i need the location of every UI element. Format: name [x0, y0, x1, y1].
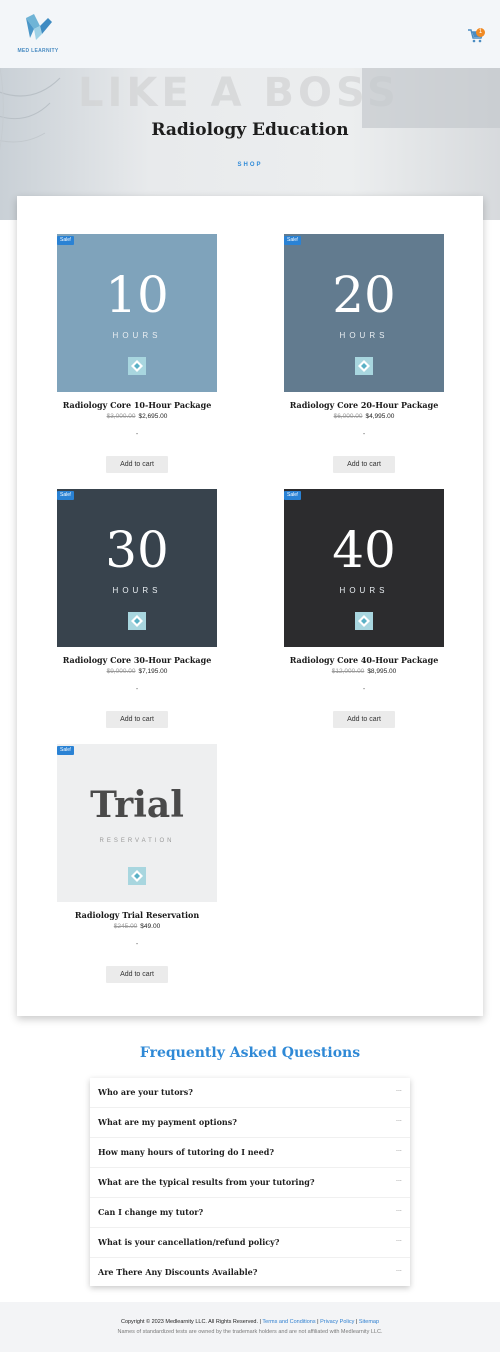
faq-question: Who are your tutors?	[98, 1087, 193, 1097]
product-old-price: $245.00	[113, 923, 138, 930]
product-dash: -	[135, 686, 139, 693]
product-image-number: 20	[332, 266, 396, 324]
sale-badge: Sale!	[284, 491, 302, 500]
product-sale-price: $4,995.00	[365, 413, 395, 420]
site-logo[interactable]: MED LEARNITY	[16, 12, 60, 56]
expand-icon[interactable]: ...	[396, 1116, 402, 1123]
product-title[interactable]: Radiology Core 10-Hour Package	[47, 400, 227, 410]
product-title[interactable]: Radiology Core 40-Hour Package	[274, 655, 454, 665]
faq-accordion: Who are your tutors? ... What are my pay…	[90, 1078, 410, 1286]
page-title: Radiology Education	[151, 120, 349, 140]
product-sale-price: $8,995.00	[367, 668, 397, 675]
faq-question: How many hours of tutoring do I need?	[98, 1147, 275, 1157]
hero-background-block	[362, 68, 500, 128]
product-image-number: Trial	[90, 784, 184, 826]
product-image[interactable]: 30 HOURS	[57, 489, 217, 647]
product-sale-price: $7,195.00	[138, 668, 168, 675]
site-footer: Copyright © 2023 Medlearnity LLC. All Ri…	[0, 1302, 500, 1352]
faq-item[interactable]: Can I change my tutor? ...	[90, 1198, 410, 1228]
product-dash: -	[135, 941, 139, 948]
expand-icon[interactable]: ...	[396, 1176, 402, 1183]
product-image-subtitle: HOURS	[112, 586, 162, 595]
product-image-subtitle: HOURS	[339, 586, 389, 595]
product-image-subtitle: HOURS	[112, 331, 162, 340]
footer-disclaimer: Names of standardized tests are owned by…	[117, 1329, 383, 1335]
add-to-cart-button[interactable]: Add to cart	[333, 456, 395, 473]
medlearnity-logo-icon	[355, 357, 373, 375]
cart-count-badge: 1	[476, 28, 485, 37]
product-title[interactable]: Radiology Core 20-Hour Package	[274, 400, 454, 410]
faq-item[interactable]: Are There Any Discounts Available? ...	[90, 1258, 410, 1288]
logo-text: MED LEARNITY	[17, 48, 59, 54]
faq-title: Frequently Asked Questions	[139, 1045, 361, 1061]
product-sale-price: $49.00	[140, 923, 161, 930]
product-image-number: 30	[105, 521, 169, 579]
expand-icon[interactable]: ...	[396, 1266, 402, 1273]
medlearnity-logo-icon	[26, 14, 52, 40]
terms-link[interactable]: Terms and Conditions	[262, 1319, 315, 1325]
faq-item[interactable]: What are the typical results from your t…	[90, 1168, 410, 1198]
expand-icon[interactable]: ...	[396, 1086, 402, 1093]
expand-icon[interactable]: ...	[396, 1206, 402, 1213]
medlearnity-logo-icon	[128, 357, 146, 375]
expand-icon[interactable]: ...	[396, 1236, 402, 1243]
faq-question: Are There Any Discounts Available?	[98, 1267, 258, 1277]
sitemap-link[interactable]: Sitemap	[359, 1319, 379, 1325]
privacy-link[interactable]: Privacy Policy	[320, 1319, 354, 1325]
product-image[interactable]: 40 HOURS	[284, 489, 444, 647]
add-to-cart-button[interactable]: Add to cart	[106, 711, 168, 728]
add-to-cart-button[interactable]: Add to cart	[106, 966, 168, 983]
add-to-cart-button[interactable]: Add to cart	[106, 456, 168, 473]
product-old-price: $9,000.00	[106, 668, 136, 675]
faq-question: Can I change my tutor?	[98, 1207, 204, 1217]
product-price: $245.00 $49.00	[47, 923, 227, 930]
medlearnity-logo-icon	[355, 612, 373, 630]
sale-badge: Sale!	[284, 236, 302, 245]
site-header: MED LEARNITY 1	[0, 0, 500, 68]
expand-icon[interactable]: ...	[396, 1146, 402, 1153]
product-title[interactable]: Radiology Core 30-Hour Package	[47, 655, 227, 665]
sale-badge: Sale!	[57, 746, 75, 755]
medlearnity-logo-icon	[128, 612, 146, 630]
breadcrumb-shop[interactable]: SHOP	[0, 162, 500, 168]
faq-question: What are my payment options?	[98, 1117, 237, 1127]
products-card: 10 HOURS Sale! Radiology Core 10-Hour Pa…	[17, 196, 483, 1016]
footer-separator: |	[317, 1319, 319, 1325]
product-dash: -	[362, 431, 366, 438]
hero-background-text: LIKE A BOSS	[78, 70, 400, 116]
product-image[interactable]: 10 HOURS	[57, 234, 217, 392]
faq-item[interactable]: How many hours of tutoring do I need? ..…	[90, 1138, 410, 1168]
footer-links: Copyright © 2023 Medlearnity LLC. All Ri…	[0, 1319, 500, 1325]
product-image[interactable]: Trial RESERVATION	[57, 744, 217, 902]
product-image-number: 10	[105, 266, 169, 324]
product-price: $6,000.00 $4,995.00	[274, 413, 454, 420]
faq-question: What is your cancellation/refund policy?	[98, 1237, 280, 1247]
medlearnity-logo-icon	[128, 867, 146, 885]
product-dash: -	[362, 686, 366, 693]
add-to-cart-button[interactable]: Add to cart	[333, 711, 395, 728]
copyright-text: Copyright © 2023 Medlearnity LLC. All Ri…	[120, 1319, 261, 1325]
product-image[interactable]: 20 HOURS	[284, 234, 444, 392]
product-price: $12,000.00 $8,995.00	[274, 668, 454, 675]
product-sale-price: $2,695.00	[138, 413, 168, 420]
product-dash: -	[135, 431, 139, 438]
product-title[interactable]: Radiology Trial Reservation	[47, 910, 227, 920]
product-image-subtitle: RESERVATION	[99, 838, 175, 844]
faq-item[interactable]: What is your cancellation/refund policy?…	[90, 1228, 410, 1258]
sale-badge: Sale!	[57, 236, 75, 245]
product-price: $3,000.00 $2,695.00	[47, 413, 227, 420]
footer-separator: |	[355, 1319, 358, 1325]
product-old-price: $3,000.00	[106, 413, 136, 420]
faq-question: What are the typical results from your t…	[98, 1177, 315, 1187]
product-price: $9,000.00 $7,195.00	[47, 668, 227, 675]
faq-item[interactable]: Who are your tutors? ...	[90, 1078, 410, 1108]
faq-item[interactable]: What are my payment options? ...	[90, 1108, 410, 1138]
product-image-number: 40	[332, 521, 396, 579]
sale-badge: Sale!	[57, 491, 75, 500]
product-old-price: $6,000.00	[333, 413, 363, 420]
product-image-subtitle: HOURS	[339, 331, 389, 340]
product-old-price: $12,000.00	[331, 668, 365, 675]
